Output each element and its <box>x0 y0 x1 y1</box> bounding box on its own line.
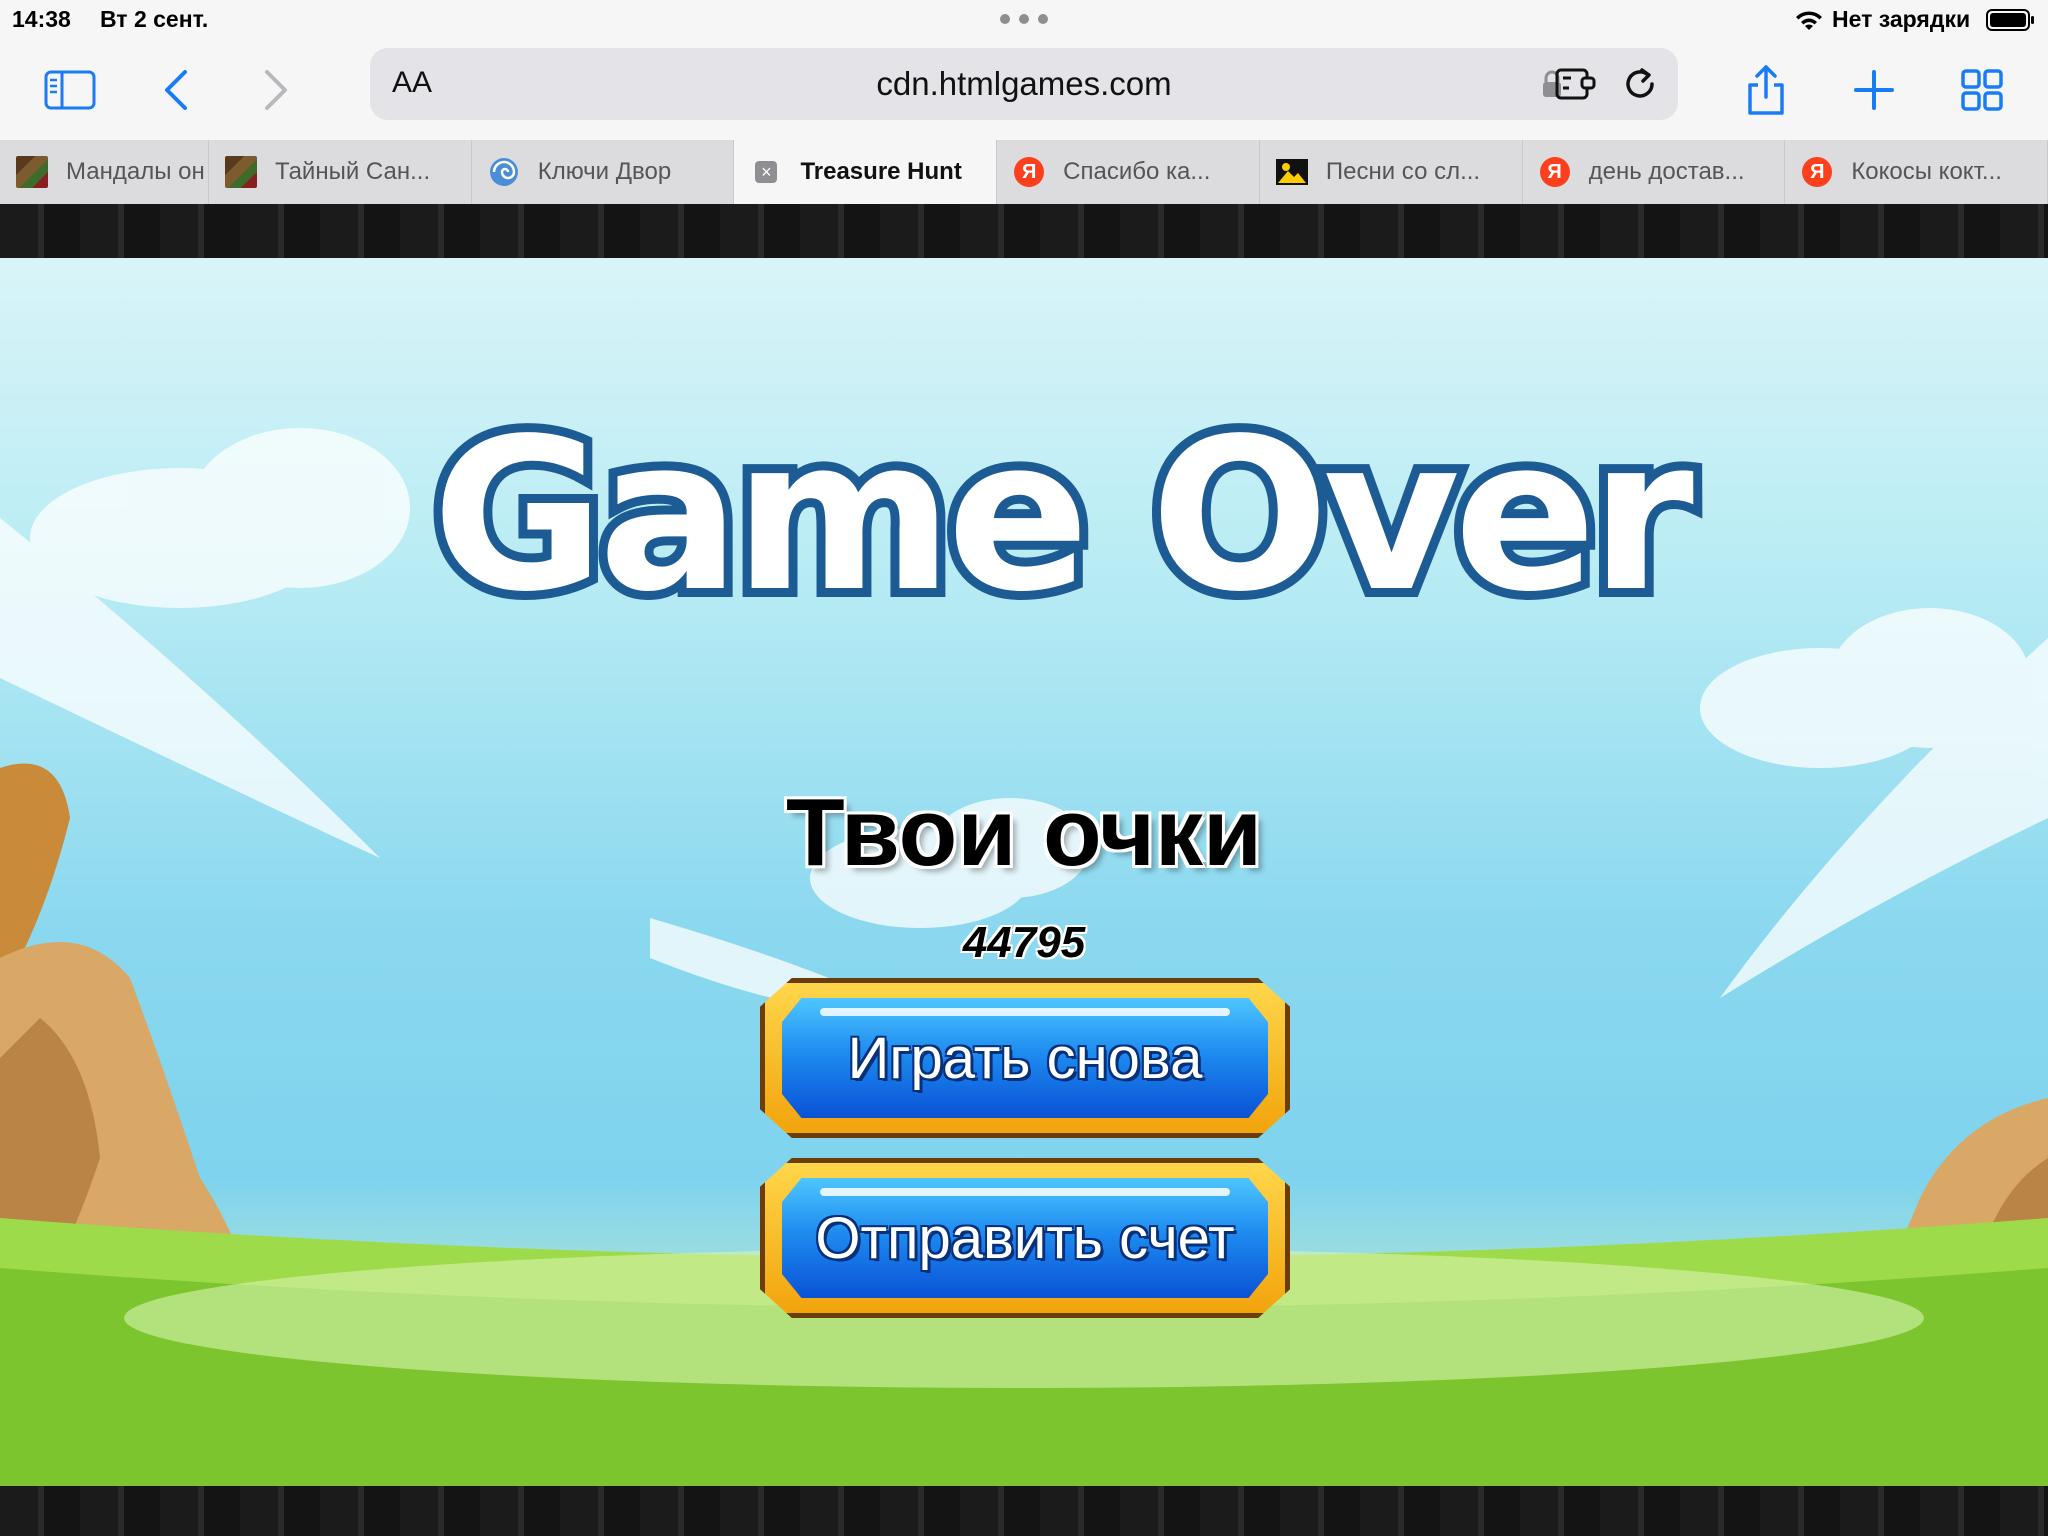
game-over-scene: Game Over Твои очки 44795 Играть снова О… <box>0 258 2048 1486</box>
tab-treasure-hunt[interactable]: × Treasure Hunt <box>734 140 998 204</box>
submit-score-label: Отправить счет <box>815 1205 1235 1271</box>
battery-icon <box>1986 9 2034 31</box>
back-icon[interactable] <box>146 60 206 120</box>
sidebar-toggle-icon[interactable] <box>40 60 100 120</box>
wifi-icon <box>1796 11 1822 30</box>
tab-den-dostavki[interactable]: Я день достав... <box>1523 140 1786 204</box>
tab-mandaly[interactable]: Мандалы он <box>0 140 209 204</box>
charging-status: Нет зарядки <box>1832 6 1971 32</box>
status-bar: 14:38 Вт 2 сент. Нет зарядки <box>0 0 2048 40</box>
url-text[interactable]: cdn.htmlgames.com <box>370 48 1678 120</box>
status-time: 14:38 <box>12 6 71 32</box>
tab-title: Мандалы он <box>66 158 205 185</box>
multitasking-dots-icon[interactable] <box>1000 14 1048 26</box>
tab-title: день достав... <box>1588 158 1745 185</box>
new-tab-icon[interactable] <box>1844 60 1904 120</box>
game-over-title: Game Over <box>423 384 1708 647</box>
tab-bar: Мандалы он Тайный Сан... Ключи Двор × Tr… <box>0 140 2048 204</box>
submit-score-button[interactable]: Отправить счет <box>760 1158 1290 1318</box>
reader-extension-icon[interactable] <box>1554 66 1598 102</box>
score-value: 44795 <box>962 918 1086 967</box>
tab-pesni[interactable]: Песни со сл... <box>1260 140 1523 204</box>
play-again-button[interactable]: Играть снова <box>760 978 1290 1138</box>
image-icon <box>1275 156 1308 188</box>
address-bar[interactable]: AA cdn.htmlgames.com <box>370 48 1678 120</box>
globe-icon <box>488 156 520 188</box>
tab-title: Песни со сл... <box>1325 158 1481 185</box>
status-date: Вт 2 сент. <box>100 6 209 32</box>
game-over-title-text: Game Over <box>432 393 1693 638</box>
tab-title: Спасибо ка... <box>1063 158 1211 185</box>
pixel-icon <box>225 156 257 188</box>
game-viewport[interactable]: Game Over Твои очки 44795 Играть снова О… <box>0 204 2048 1536</box>
wood-frame-bottom <box>0 1486 2048 1536</box>
tab-klyuchi-dvor[interactable]: Ключи Двор <box>472 140 735 204</box>
score-label: Твои очки <box>785 779 1263 886</box>
tab-tainyi-santa[interactable]: Тайный Сан... <box>209 140 472 204</box>
tab-title: Ключи Двор <box>537 158 672 185</box>
play-again-label: Играть снова <box>847 1025 1203 1091</box>
browser-toolbar: AA cdn.htmlgames.com <box>0 40 2048 140</box>
tab-kokosy[interactable]: Я Кокосы кокт... <box>1785 140 2048 204</box>
tab-spasibo[interactable]: Я Спасибо ка... <box>997 140 1260 204</box>
reload-icon[interactable] <box>1620 64 1660 104</box>
wood-frame-top <box>0 204 2048 258</box>
tab-title: Тайный Сан... <box>275 158 431 185</box>
close-icon[interactable]: × <box>750 156 782 188</box>
yandex-icon: Я <box>1539 156 1571 188</box>
yandex-icon: Я <box>1801 156 1833 188</box>
tab-title: Treasure Hunt <box>800 158 962 185</box>
forward-icon[interactable] <box>246 60 306 120</box>
share-icon[interactable] <box>1736 60 1796 120</box>
tab-overview-icon[interactable] <box>1952 60 2012 120</box>
yandex-icon: Я <box>1013 156 1045 188</box>
pixel-icon <box>16 156 48 188</box>
tab-title: Кокосы кокт... <box>1851 158 2002 185</box>
